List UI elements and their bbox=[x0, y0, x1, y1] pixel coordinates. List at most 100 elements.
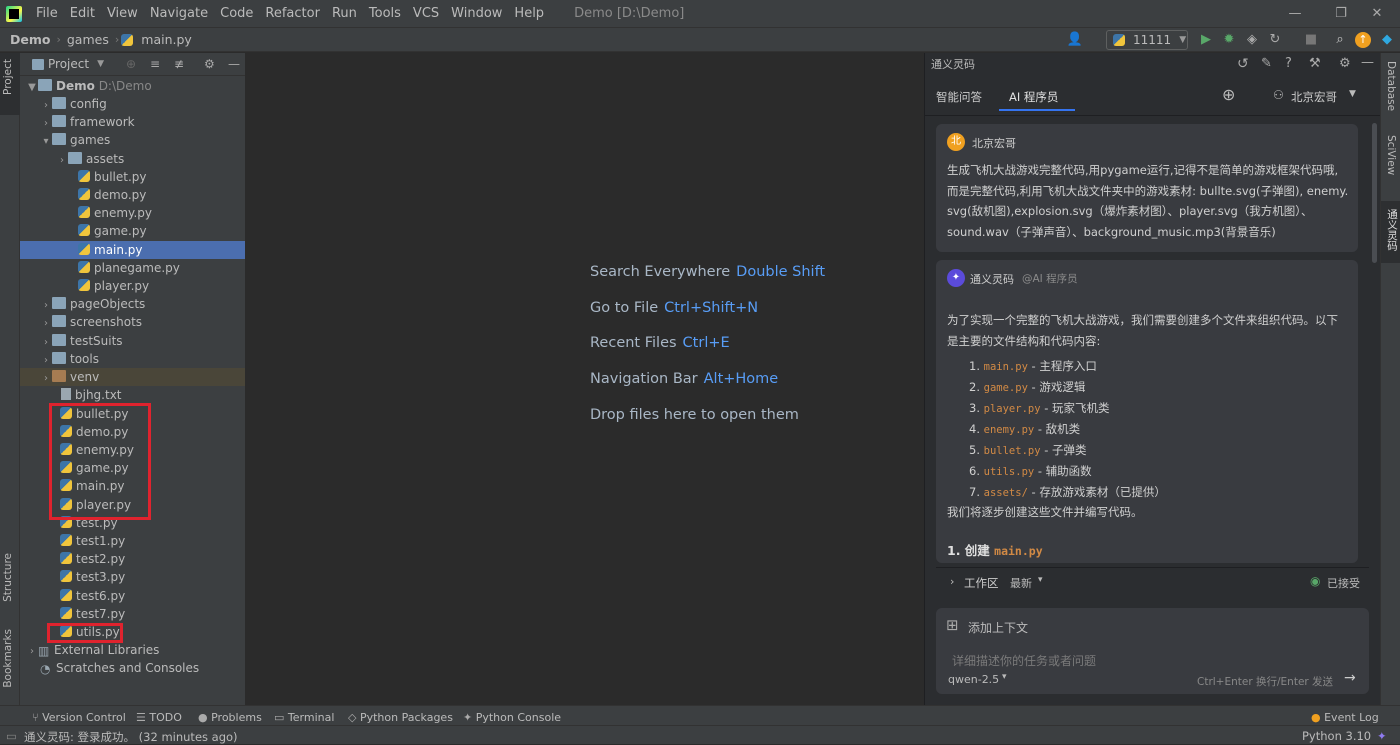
menu-navigate[interactable]: Navigate bbox=[144, 0, 214, 27]
add-context-button[interactable]: 添加上下文 bbox=[968, 619, 1028, 636]
bookmarks-tool-tab[interactable]: Bookmarks bbox=[2, 629, 14, 688]
close-icon[interactable]: ✕ bbox=[1354, 0, 1400, 27]
tree-folder-screenshots[interactable]: › screenshots bbox=[20, 313, 245, 331]
model-selector[interactable]: qwen-2.5 bbox=[948, 673, 999, 686]
update-icon[interactable]: ↑ bbox=[1355, 32, 1371, 48]
python-file-icon bbox=[121, 33, 134, 46]
plus-icon[interactable]: ⊞ bbox=[946, 616, 959, 634]
tree-file[interactable]: planegame.py bbox=[20, 259, 245, 277]
chevron-down-icon[interactable]: ▾ bbox=[1002, 672, 1007, 682]
event-log-tab[interactable]: ● Event Log bbox=[1311, 711, 1379, 724]
tree-file[interactable]: demo.py bbox=[20, 186, 245, 204]
gear-icon[interactable]: ⚙ bbox=[1339, 56, 1351, 71]
menu-tools[interactable]: Tools bbox=[363, 0, 407, 27]
tree-folder-framework[interactable]: › framework bbox=[20, 113, 245, 131]
tree-external-libraries[interactable]: › ▥ External Libraries bbox=[20, 641, 245, 659]
todo-tab[interactable]: ☰ TODO bbox=[136, 711, 182, 724]
sciview-tool-tab[interactable]: SciView bbox=[1385, 135, 1397, 175]
python-packages-tab[interactable]: ◇ Python Packages bbox=[348, 711, 453, 724]
tree-folder-config[interactable]: › config bbox=[20, 95, 245, 113]
python-console-tab[interactable]: ✦ Python Console bbox=[463, 711, 561, 724]
editor-area[interactable]: Search Everywhere Double Shift Go to File… bbox=[246, 53, 924, 705]
history-icon[interactable]: ↺ bbox=[1237, 56, 1249, 72]
menu-window[interactable]: Window bbox=[445, 0, 508, 27]
scrollbar-thumb[interactable] bbox=[1372, 123, 1377, 263]
terminal-tab[interactable]: ▭ Terminal bbox=[274, 711, 334, 724]
menu-edit[interactable]: Edit bbox=[64, 0, 101, 27]
tree-file[interactable]: test6.py bbox=[20, 587, 245, 605]
project-view-selector[interactable]: Project bbox=[48, 57, 89, 71]
tree-file[interactable]: bjhg.txt bbox=[20, 386, 245, 404]
collapse-all-icon[interactable]: ≢ bbox=[174, 57, 184, 71]
menu-refactor[interactable]: Refactor bbox=[259, 0, 326, 27]
workspace-filter[interactable]: 最新 bbox=[1010, 575, 1032, 591]
tree-file[interactable]: test2.py bbox=[20, 550, 245, 568]
workspace-bar[interactable]: › 工作区 最新 ▾ ◉ 已接受 bbox=[936, 567, 1369, 595]
tongyi-status-icon[interactable]: ✦ bbox=[1377, 729, 1387, 743]
tab-smart-qa[interactable]: 智能问答 bbox=[936, 89, 982, 105]
tree-file[interactable]: player.py bbox=[20, 277, 245, 295]
tree-file[interactable]: test1.py bbox=[20, 532, 245, 550]
project-tool-tab[interactable]: Project bbox=[2, 59, 14, 95]
problems-tab[interactable]: ● Problems bbox=[198, 711, 262, 724]
tree-file[interactable]: test7.py bbox=[20, 605, 245, 623]
tongyi-tool-tab[interactable]: 通义灵码 bbox=[1385, 209, 1400, 251]
run-icon[interactable]: ▶ bbox=[1197, 31, 1215, 49]
locate-icon[interactable]: ⊕ bbox=[126, 57, 136, 71]
tree-label: main.py bbox=[94, 243, 143, 257]
version-control-tab[interactable]: ⑂ Version Control bbox=[32, 711, 126, 724]
breadcrumb-file[interactable]: main.py bbox=[137, 32, 196, 47]
tree-folder-pageobjects[interactable]: › pageObjects bbox=[20, 295, 245, 313]
menu-run[interactable]: Run bbox=[326, 0, 363, 27]
run-config-selector[interactable]: 11111 ▼ bbox=[1106, 30, 1188, 50]
settings-tool-icon[interactable]: ⚒ bbox=[1309, 56, 1321, 71]
tree-file[interactable]: bullet.py bbox=[20, 168, 245, 186]
tree-file[interactable]: game.py bbox=[20, 222, 245, 240]
hide-panel-icon[interactable]: — bbox=[1361, 55, 1374, 70]
gear-icon[interactable]: ⚙ bbox=[204, 57, 215, 71]
menu-help[interactable]: Help bbox=[508, 0, 550, 27]
chat-input[interactable]: 详细描述你的任务或者问题 bbox=[952, 652, 1096, 669]
stop-icon[interactable]: ■ bbox=[1302, 31, 1320, 49]
tree-file[interactable]: test3.py bbox=[20, 568, 245, 586]
tree-file-selected[interactable]: main.py bbox=[20, 241, 245, 259]
chevron-down-icon[interactable]: ▾ bbox=[1038, 575, 1043, 585]
user-name[interactable]: 北京宏哥 bbox=[1291, 89, 1337, 105]
tree-root[interactable]: ▼ Demo D:\Demo bbox=[20, 77, 245, 95]
breadcrumb-project[interactable]: Demo bbox=[6, 32, 54, 47]
minimize-icon[interactable]: — bbox=[1272, 0, 1318, 27]
profile-icon[interactable]: ↻ bbox=[1266, 31, 1284, 49]
menu-file[interactable]: File bbox=[30, 0, 64, 27]
search-icon[interactable]: ⌕ bbox=[1331, 31, 1349, 49]
menu-code[interactable]: Code bbox=[214, 0, 259, 27]
menu-view[interactable]: View bbox=[101, 0, 144, 27]
coverage-icon[interactable]: ◈ bbox=[1243, 31, 1261, 49]
menu-vcs[interactable]: VCS bbox=[407, 0, 445, 27]
tree-file[interactable]: enemy.py bbox=[20, 204, 245, 222]
send-icon[interactable]: → bbox=[1344, 670, 1356, 686]
debug-icon[interactable]: ✹ bbox=[1220, 31, 1238, 49]
new-chat-icon[interactable]: ⊕ bbox=[1222, 85, 1235, 104]
chevron-right-icon[interactable]: › bbox=[950, 575, 954, 588]
tree-folder-games[interactable]: ▾ games bbox=[20, 131, 245, 149]
tree-folder-venv[interactable]: › venv bbox=[20, 368, 245, 386]
edit-icon[interactable]: ✎ bbox=[1261, 56, 1272, 71]
database-tool-tab[interactable]: Database bbox=[1385, 61, 1397, 111]
hide-panel-icon[interactable]: — bbox=[228, 57, 240, 71]
tree-label: game.py bbox=[94, 224, 147, 238]
expand-all-icon[interactable]: ≡ bbox=[150, 57, 160, 71]
tree-folder-testsuits[interactable]: › testSuits bbox=[20, 332, 245, 350]
user-icon[interactable]: 👤 bbox=[1066, 31, 1084, 49]
tree-folder-tools[interactable]: › tools bbox=[20, 350, 245, 368]
tree-scratches[interactable]: ◔ Scratches and Consoles bbox=[20, 659, 245, 677]
tree-folder-assets[interactable]: › assets bbox=[20, 150, 245, 168]
chevron-down-icon[interactable]: ▼ bbox=[1349, 89, 1356, 99]
help-icon[interactable]: ? bbox=[1285, 56, 1292, 71]
jetbrains-logo-icon[interactable]: ◆ bbox=[1378, 31, 1396, 49]
structure-tool-tab[interactable]: Structure bbox=[2, 553, 14, 602]
interpreter-selector[interactable]: Python 3.10 bbox=[1302, 729, 1371, 743]
chevron-down-icon[interactable]: ▼ bbox=[97, 59, 104, 69]
breadcrumb-games[interactable]: games bbox=[63, 32, 113, 47]
status-message[interactable]: 通义灵码: 登录成功。 (32 minutes ago) bbox=[24, 729, 238, 745]
tab-ai-programmer[interactable]: AI 程序员 bbox=[1009, 89, 1058, 105]
